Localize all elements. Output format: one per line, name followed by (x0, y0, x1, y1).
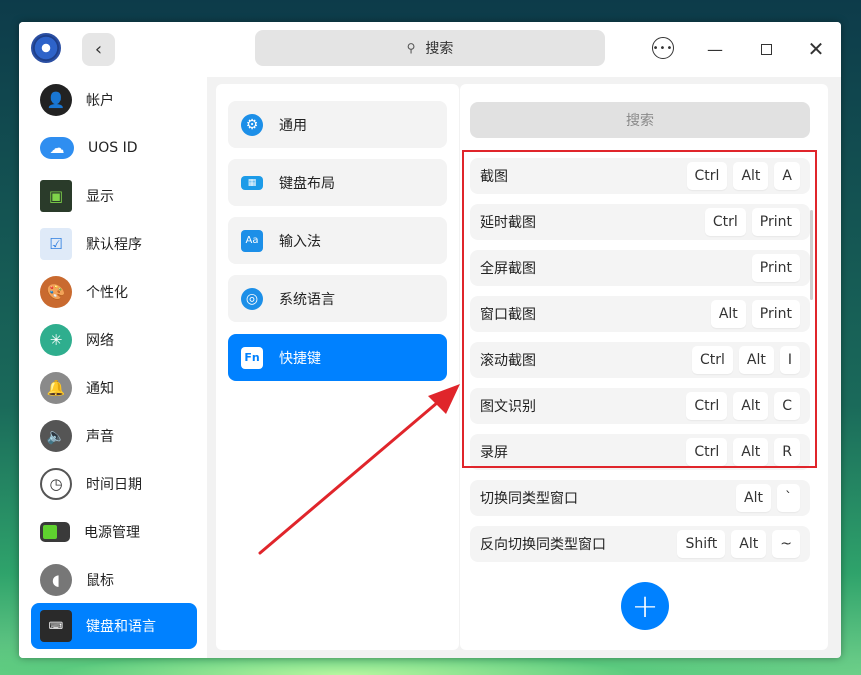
annotation-arrow-icon (258, 384, 460, 555)
